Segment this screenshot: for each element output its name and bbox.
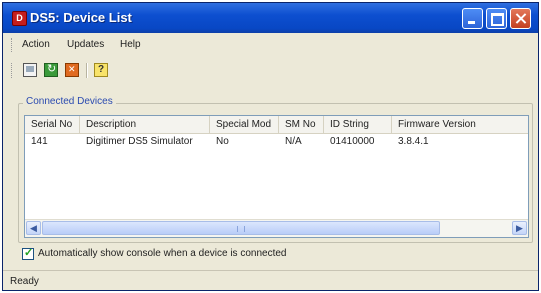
maximize-button[interactable]	[486, 8, 507, 29]
cell-firmware: 3.8.4.1	[398, 136, 429, 147]
minimize-button[interactable]	[462, 8, 483, 29]
status-bar: Ready	[3, 270, 538, 291]
column-header-id-string[interactable]: ID String	[324, 116, 392, 133]
close-button[interactable]	[510, 8, 531, 29]
title-bar[interactable]: D DS5: Device List	[3, 3, 538, 33]
window-title: DS5: Device List	[30, 10, 132, 25]
device-list-window: D DS5: Device List Action Updates Help C…	[2, 2, 539, 291]
cell-description: Digitimer DS5 Simulator	[86, 136, 193, 147]
menu-help[interactable]: Help	[120, 39, 141, 50]
toolbar-separator	[86, 63, 88, 78]
column-header-sm-no[interactable]: SM No	[279, 116, 324, 133]
list-header: Serial No Description Special Mod SM No …	[25, 116, 528, 134]
scroll-thumb-grip	[237, 226, 245, 232]
remove-device-icon[interactable]	[65, 63, 79, 77]
scroll-thumb[interactable]	[42, 221, 440, 235]
menu-updates[interactable]: Updates	[67, 39, 104, 50]
column-header-firmware[interactable]: Firmware Version	[392, 116, 528, 133]
table-row[interactable]: 141 Digitimer DS5 Simulator No N/A 01410…	[25, 134, 528, 150]
toolbar-grip	[11, 63, 13, 78]
help-icon[interactable]	[94, 63, 108, 77]
app-icon: D	[12, 11, 27, 26]
cell-sm-no: N/A	[285, 136, 302, 147]
menu-action[interactable]: Action	[22, 39, 50, 50]
checkmark-icon: ✓	[24, 247, 34, 259]
auto-console-label[interactable]: Automatically show console when a device…	[38, 248, 286, 259]
scroll-left-arrow-icon[interactable]: ◀	[26, 221, 41, 235]
menu-grip	[11, 38, 13, 52]
refresh-icon[interactable]	[44, 62, 58, 77]
console-icon[interactable]	[23, 63, 37, 77]
cell-special-mod: No	[216, 136, 229, 147]
status-text: Ready	[10, 276, 39, 287]
column-header-description[interactable]: Description	[80, 116, 210, 133]
cell-serial: 141	[31, 136, 48, 147]
column-header-serial[interactable]: Serial No	[25, 116, 80, 133]
menu-bar: Action Updates Help	[3, 36, 538, 54]
auto-console-checkbox[interactable]: ✓	[22, 247, 34, 260]
scroll-right-arrow-icon[interactable]: ▶	[512, 221, 527, 235]
group-label: Connected Devices	[23, 96, 116, 107]
toolbar	[3, 60, 538, 82]
horizontal-scrollbar[interactable]: ◀ ▶	[25, 219, 528, 237]
cell-id-string: 01410000	[330, 136, 375, 147]
column-header-special-mod[interactable]: Special Mod	[210, 116, 279, 133]
device-list[interactable]: Serial No Description Special Mod SM No …	[24, 115, 529, 238]
